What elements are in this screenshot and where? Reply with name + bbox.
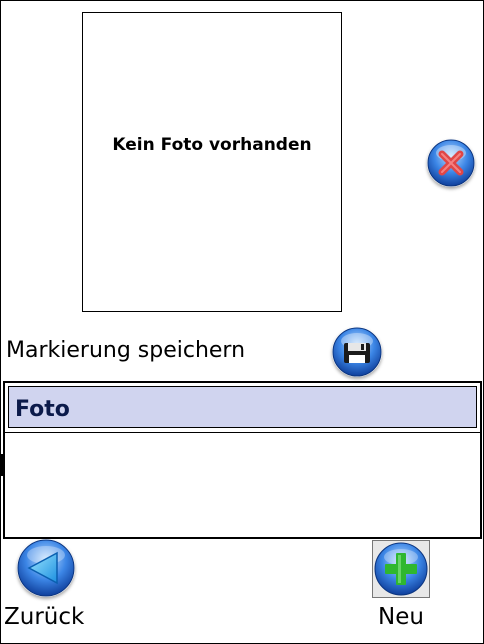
list-divider	[5, 432, 480, 433]
list-header-label: Foto	[15, 397, 70, 422]
photo-preview[interactable]: Kein Foto vorhanden	[82, 12, 342, 312]
plus-icon	[374, 542, 428, 596]
close-icon	[427, 139, 475, 187]
back-label[interactable]: Zurück	[4, 604, 84, 630]
no-photo-text: Kein Foto vorhanden	[112, 135, 312, 155]
new-label[interactable]: Neu	[378, 604, 424, 630]
save-marking-button[interactable]	[332, 327, 382, 377]
arrow-left-icon	[17, 539, 75, 597]
new-button[interactable]	[374, 542, 428, 596]
markierung-label: Markierung speichern	[6, 338, 246, 363]
floppy-disk-icon	[332, 327, 382, 377]
scroll-marker	[0, 454, 3, 476]
list-header: Foto	[8, 386, 477, 428]
new-button-frame[interactable]	[372, 540, 430, 598]
back-button[interactable]	[17, 539, 75, 597]
photo-list[interactable]: Foto	[3, 381, 482, 539]
delete-photo-button[interactable]	[427, 139, 475, 187]
